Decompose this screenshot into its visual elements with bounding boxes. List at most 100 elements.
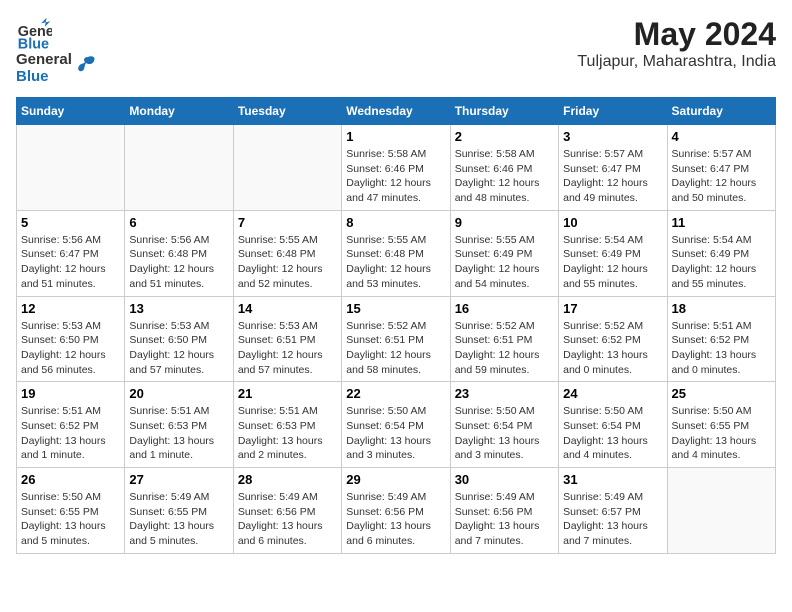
day-cell: 16 Sunrise: 5:52 AM Sunset: 6:51 PM Dayli…: [450, 296, 558, 382]
day-info: Sunrise: 5:55 AM Sunset: 6:48 PM Dayligh…: [238, 233, 337, 292]
day-info: Sunrise: 5:55 AM Sunset: 6:48 PM Dayligh…: [346, 233, 445, 292]
day-cell: 24 Sunrise: 5:50 AM Sunset: 6:54 PM Dayli…: [559, 382, 667, 468]
day-info: Sunrise: 5:56 AM Sunset: 6:48 PM Dayligh…: [129, 233, 228, 292]
day-info: Sunrise: 5:56 AM Sunset: 6:47 PM Dayligh…: [21, 233, 120, 292]
day-cell: 30 Sunrise: 5:49 AM Sunset: 6:56 PM Dayli…: [450, 468, 558, 554]
day-cell: 9Sunrise: 5:55 AM Sunset: 6:49 PM Daylig…: [450, 210, 558, 296]
day-cell: 10Sunrise: 5:54 AM Sunset: 6:49 PM Dayli…: [559, 210, 667, 296]
day-cell: [17, 125, 125, 211]
day-cell: 21 Sunrise: 5:51 AM Sunset: 6:53 PM Dayli…: [233, 382, 341, 468]
day-number: 28: [238, 472, 337, 487]
day-cell: 31 Sunrise: 5:49 AM Sunset: 6:57 PM Dayli…: [559, 468, 667, 554]
weekday-header-sunday: Sunday: [17, 98, 125, 125]
svg-text:Blue: Blue: [18, 36, 49, 52]
day-cell: 12Sunrise: 5:53 AM Sunset: 6:50 PM Dayli…: [17, 296, 125, 382]
month-year: May 2024: [577, 16, 776, 53]
day-info: Sunrise: 5:57 AM Sunset: 6:47 PM Dayligh…: [563, 147, 662, 206]
day-info: Sunrise: 5:53 AM Sunset: 6:51 PM Dayligh…: [238, 319, 337, 378]
day-info: Sunrise: 5:50 AM Sunset: 6:54 PM Dayligh…: [563, 404, 662, 463]
day-info: Sunrise: 5:50 AM Sunset: 6:54 PM Dayligh…: [455, 404, 554, 463]
day-info: Sunrise: 5:49 AM Sunset: 6:57 PM Dayligh…: [563, 490, 662, 549]
logo: General Blue General Blue: [16, 16, 96, 85]
day-number: 7: [238, 215, 337, 230]
day-number: 1: [346, 129, 445, 144]
day-number: 18: [672, 301, 771, 316]
day-cell: 27Sunrise: 5:49 AM Sunset: 6:55 PM Dayli…: [125, 468, 233, 554]
day-number: 10: [563, 215, 662, 230]
day-number: 19: [21, 386, 120, 401]
day-info: Sunrise: 5:57 AM Sunset: 6:47 PM Dayligh…: [672, 147, 771, 206]
day-cell: [125, 125, 233, 211]
weekday-header-monday: Monday: [125, 98, 233, 125]
day-number: 13: [129, 301, 228, 316]
day-cell: 8 Sunrise: 5:55 AM Sunset: 6:48 PM Daylig…: [342, 210, 450, 296]
day-info: Sunrise: 5:53 AM Sunset: 6:50 PM Dayligh…: [21, 319, 120, 378]
day-cell: 20Sunrise: 5:51 AM Sunset: 6:53 PM Dayli…: [125, 382, 233, 468]
day-info: Sunrise: 5:58 AM Sunset: 6:46 PM Dayligh…: [346, 147, 445, 206]
day-info: Sunrise: 5:51 AM Sunset: 6:52 PM Dayligh…: [672, 319, 771, 378]
day-info: Sunrise: 5:53 AM Sunset: 6:50 PM Dayligh…: [129, 319, 228, 378]
day-cell: 13 Sunrise: 5:53 AM Sunset: 6:50 PM Dayli…: [125, 296, 233, 382]
day-cell: [233, 125, 341, 211]
day-cell: 14Sunrise: 5:53 AM Sunset: 6:51 PM Dayli…: [233, 296, 341, 382]
day-number: 29: [346, 472, 445, 487]
day-number: 25: [672, 386, 771, 401]
week-row-2: 5Sunrise: 5:56 AM Sunset: 6:47 PM Daylig…: [17, 210, 776, 296]
location: Tuljapur, Maharashtra, India: [577, 53, 776, 71]
page-header: General Blue General Blue May 2024 Tulja…: [16, 16, 776, 85]
logo-bird-icon: [74, 54, 96, 76]
day-number: 8: [346, 215, 445, 230]
logo-blue: Blue: [16, 69, 72, 86]
day-cell: 5Sunrise: 5:56 AM Sunset: 6:47 PM Daylig…: [17, 210, 125, 296]
logo-general: General: [16, 52, 72, 69]
day-number: 2: [455, 129, 554, 144]
day-info: Sunrise: 5:50 AM Sunset: 6:55 PM Dayligh…: [672, 404, 771, 463]
day-cell: 28Sunrise: 5:49 AM Sunset: 6:56 PM Dayli…: [233, 468, 341, 554]
day-cell: 11 Sunrise: 5:54 AM Sunset: 6:49 PM Dayli…: [667, 210, 775, 296]
day-cell: 18 Sunrise: 5:51 AM Sunset: 6:52 PM Dayli…: [667, 296, 775, 382]
day-number: 24: [563, 386, 662, 401]
day-info: Sunrise: 5:50 AM Sunset: 6:55 PM Dayligh…: [21, 490, 120, 549]
weekday-header-tuesday: Tuesday: [233, 98, 341, 125]
day-cell: 29Sunrise: 5:49 AM Sunset: 6:56 PM Dayli…: [342, 468, 450, 554]
title-block: May 2024 Tuljapur, Maharashtra, India: [577, 16, 776, 71]
day-number: 26: [21, 472, 120, 487]
day-number: 6: [129, 215, 228, 230]
day-cell: 23 Sunrise: 5:50 AM Sunset: 6:54 PM Dayli…: [450, 382, 558, 468]
day-cell: 6 Sunrise: 5:56 AM Sunset: 6:48 PM Daylig…: [125, 210, 233, 296]
day-info: Sunrise: 5:49 AM Sunset: 6:55 PM Dayligh…: [129, 490, 228, 549]
week-row-1: 1 Sunrise: 5:58 AM Sunset: 6:46 PM Daylig…: [17, 125, 776, 211]
day-number: 21: [238, 386, 337, 401]
day-number: 16: [455, 301, 554, 316]
day-cell: 2 Sunrise: 5:58 AM Sunset: 6:46 PM Daylig…: [450, 125, 558, 211]
weekday-header-thursday: Thursday: [450, 98, 558, 125]
day-info: Sunrise: 5:50 AM Sunset: 6:54 PM Dayligh…: [346, 404, 445, 463]
calendar-table: SundayMondayTuesdayWednesdayThursdayFrid…: [16, 97, 776, 554]
day-number: 22: [346, 386, 445, 401]
day-cell: [667, 468, 775, 554]
weekday-header-wednesday: Wednesday: [342, 98, 450, 125]
logo-icon: General Blue: [16, 16, 52, 52]
day-cell: 26 Sunrise: 5:50 AM Sunset: 6:55 PM Dayli…: [17, 468, 125, 554]
day-number: 23: [455, 386, 554, 401]
day-cell: 3 Sunrise: 5:57 AM Sunset: 6:47 PM Daylig…: [559, 125, 667, 211]
day-number: 11: [672, 215, 771, 230]
day-number: 17: [563, 301, 662, 316]
day-info: Sunrise: 5:49 AM Sunset: 6:56 PM Dayligh…: [455, 490, 554, 549]
day-cell: 19Sunrise: 5:51 AM Sunset: 6:52 PM Dayli…: [17, 382, 125, 468]
week-row-3: 12Sunrise: 5:53 AM Sunset: 6:50 PM Dayli…: [17, 296, 776, 382]
weekday-header-saturday: Saturday: [667, 98, 775, 125]
day-info: Sunrise: 5:52 AM Sunset: 6:52 PM Dayligh…: [563, 319, 662, 378]
week-row-4: 19Sunrise: 5:51 AM Sunset: 6:52 PM Dayli…: [17, 382, 776, 468]
day-info: Sunrise: 5:55 AM Sunset: 6:49 PM Dayligh…: [455, 233, 554, 292]
day-info: Sunrise: 5:51 AM Sunset: 6:53 PM Dayligh…: [238, 404, 337, 463]
day-number: 31: [563, 472, 662, 487]
day-info: Sunrise: 5:54 AM Sunset: 6:49 PM Dayligh…: [672, 233, 771, 292]
day-info: Sunrise: 5:52 AM Sunset: 6:51 PM Dayligh…: [455, 319, 554, 378]
day-number: 4: [672, 129, 771, 144]
day-number: 30: [455, 472, 554, 487]
day-number: 15: [346, 301, 445, 316]
day-info: Sunrise: 5:58 AM Sunset: 6:46 PM Dayligh…: [455, 147, 554, 206]
day-info: Sunrise: 5:51 AM Sunset: 6:53 PM Dayligh…: [129, 404, 228, 463]
day-number: 3: [563, 129, 662, 144]
